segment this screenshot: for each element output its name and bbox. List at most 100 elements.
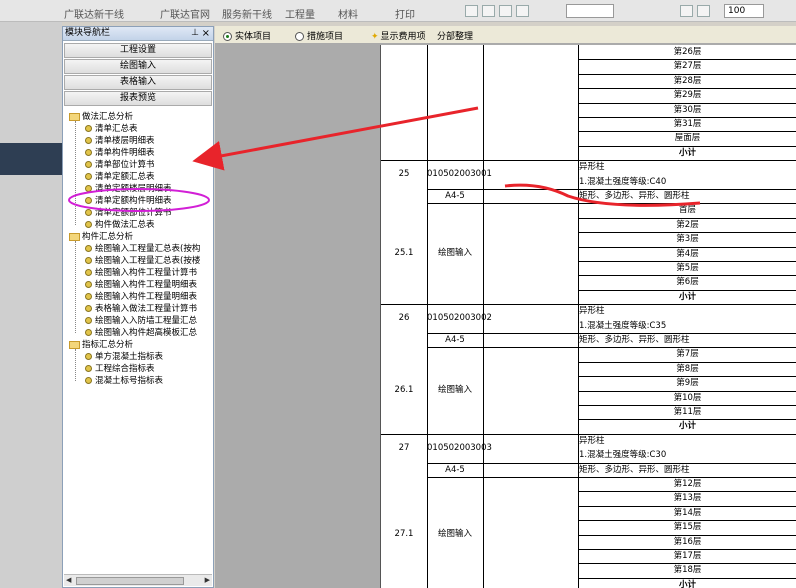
- option-entity-items[interactable]: 实体项目: [223, 29, 271, 42]
- floor-cell: 第28层: [673, 75, 702, 86]
- nav-button-project-settings[interactable]: 工程设置: [64, 43, 212, 58]
- toolbar-first-icon[interactable]: [465, 5, 478, 17]
- tree-item[interactable]: 工程综合指标表: [85, 363, 155, 375]
- tree-item[interactable]: 清单定额部位计算书: [85, 207, 172, 219]
- tree-item-label: 构件做法汇总表: [95, 220, 155, 230]
- tree-item[interactable]: 清单部位计算书: [85, 159, 155, 171]
- item-spec-cell: 1.混凝土强度等级:C40: [579, 176, 667, 187]
- floor-cell: 第5层: [676, 263, 699, 273]
- tree-item[interactable]: 单方混凝土指标表: [85, 351, 163, 363]
- tree-item[interactable]: 绘图输入工程量汇总表(按楼: [85, 255, 200, 267]
- toolbar-prev-icon[interactable]: [482, 5, 495, 17]
- scrollbar-thumb[interactable]: [76, 577, 184, 585]
- norm-code-cell: A4-5: [445, 191, 465, 201]
- tree-item[interactable]: 清单汇总表: [85, 123, 138, 135]
- tree-item[interactable]: 清单构件明细表: [85, 147, 155, 159]
- floor-cell: 第16层: [673, 536, 702, 547]
- nav-button-table-input[interactable]: 表格输入: [64, 75, 212, 90]
- menu-link-material[interactable]: 材料: [338, 6, 358, 21]
- radio-unselected-icon[interactable]: [295, 32, 304, 41]
- folder-icon: [69, 340, 80, 349]
- tree-group[interactable]: 构件汇总分析: [69, 231, 133, 243]
- tree-item[interactable]: 绘图输入构件工程量计算书: [85, 267, 197, 279]
- tree-item-label: 表格输入做法工程量计算书: [95, 304, 198, 314]
- tree-item[interactable]: 绘图输入工程量汇总表(按构: [85, 243, 200, 255]
- tree-item-label: 绘图输入入防墙工程量汇总: [95, 316, 198, 326]
- scroll-right-icon[interactable]: ▶: [205, 576, 210, 584]
- option-measure-items[interactable]: 措施项目: [295, 29, 343, 42]
- tree-item[interactable]: 绘图输入入防墙工程量汇总: [85, 315, 197, 327]
- toolbar-last-icon[interactable]: [516, 5, 529, 17]
- floor-cell: 第31层: [673, 119, 702, 129]
- folder-icon: [69, 112, 80, 121]
- report-tree: 做法汇总分析 清单汇总表 清单楼层明细表 清单构件明细表 清单部位计算书 清单定额汇总表清…: [67, 111, 211, 573]
- tree-group[interactable]: 做法汇总分析: [69, 111, 133, 123]
- norm-desc-cell: 矩形、多边形、异形、圆形柱: [579, 335, 690, 345]
- tree-item[interactable]: 绘图输入构件工程量明细表: [85, 279, 197, 291]
- norm-desc-cell: 矩形、多边形、异形、圆形柱: [579, 464, 690, 475]
- tree-group[interactable]: 指标汇总分析: [69, 339, 133, 351]
- floor-cell: 第3层: [676, 234, 699, 245]
- floor-cell: 第30层: [673, 104, 702, 115]
- nav-button-drawing-input[interactable]: 绘图输入: [64, 59, 212, 74]
- nav-panel-title-text: 模块导航栏: [65, 28, 111, 38]
- source-cell: 绘图输入: [437, 529, 472, 539]
- menu-link-quantity[interactable]: 工程量: [285, 6, 315, 21]
- option-show-fees[interactable]: ✦ 显示费用项: [371, 29, 426, 42]
- zoom-in-icon[interactable]: [680, 5, 693, 17]
- option-section-arrange[interactable]: 分部整理: [437, 29, 473, 42]
- tree-item-label: 绘图输入工程量汇总表(按构: [95, 244, 201, 254]
- report-item-icon: [85, 149, 92, 156]
- tree-item-label: 绘图输入构件工程量明细表: [95, 280, 198, 290]
- zoom-out-icon[interactable]: [697, 5, 710, 17]
- item-seq-cell: 26: [398, 313, 410, 324]
- tree-item[interactable]: 混凝土标号指标表: [85, 375, 163, 387]
- menu-link-print[interactable]: 打印: [395, 6, 415, 21]
- report-item-icon: [85, 281, 92, 288]
- floor-cell: 第15层: [673, 522, 702, 533]
- report-item-icon: [85, 329, 92, 336]
- menu-link-xinganxian[interactable]: 广联达新干线: [64, 6, 124, 21]
- tree-item[interactable]: 清单定额楼层明细表: [85, 183, 172, 195]
- tree-item[interactable]: 表格输入做法工程量计算书: [85, 303, 197, 315]
- tree-item-label: 清单定额楼层明细表: [95, 184, 172, 194]
- subtotal-cell: 小计: [678, 147, 696, 158]
- module-navigation-panel: 模块导航栏 ⊥ × 工程设置 绘图输入 表格输入 报表预览 做法汇总分析 清单汇总…: [62, 26, 214, 588]
- floor-cell: 第7层: [676, 349, 699, 360]
- zoom-input[interactable]: 100: [724, 4, 764, 18]
- tree-connector-line: [75, 349, 76, 381]
- menu-link-service[interactable]: 服务新干线: [222, 6, 272, 21]
- tree-item-label: 混凝土标号指标表: [95, 376, 164, 386]
- tree-item[interactable]: 清单定额汇总表: [85, 171, 155, 183]
- toolbar-next-icon[interactable]: [499, 5, 512, 17]
- tree-horizontal-scrollbar[interactable]: ◀ ▶: [64, 574, 212, 586]
- tree-item-label: 清单定额部位计算书: [95, 208, 172, 218]
- menu-link-official-site[interactable]: 广联达官网: [160, 6, 210, 21]
- tree-item[interactable]: 绘图输入构件工程量明细表: [85, 291, 197, 303]
- tree-item-label: 清单构件明细表: [95, 148, 155, 158]
- tree-item[interactable]: 清单楼层明细表: [85, 135, 155, 147]
- top-menu-bar: 广联达新干线 广联达官网 服务新干线 工程量 材料 打印 100: [0, 0, 796, 22]
- pin-icon[interactable]: ⊥: [191, 27, 199, 40]
- tree-item-label: 工程综合指标表: [95, 364, 155, 374]
- background-window-strip: [0, 22, 62, 588]
- report-item-icon: [85, 305, 92, 312]
- report-item-icon: [85, 209, 92, 216]
- floor-cell: 第10层: [673, 392, 702, 403]
- tree-item[interactable]: 构件做法汇总表: [85, 219, 155, 231]
- radio-selected-icon[interactable]: [223, 32, 232, 41]
- page-number-input[interactable]: [566, 4, 614, 18]
- close-icon[interactable]: ×: [202, 27, 210, 40]
- report-item-icon: [85, 257, 92, 264]
- tree-item-label: 清单部位计算书: [95, 160, 155, 170]
- floor-cell: 第6层: [676, 277, 699, 288]
- nav-button-report-preview[interactable]: 报表预览: [64, 91, 212, 106]
- tree-item[interactable]: 绘图输入构件超高模板汇总: [85, 327, 197, 339]
- scroll-left-icon[interactable]: ◀: [66, 576, 71, 584]
- floor-cell: 第17层: [673, 551, 702, 561]
- sub-index-cell: 25.1: [394, 248, 414, 259]
- floor-cell: 第2层: [676, 219, 699, 230]
- item-code-cell: 010502003003: [427, 442, 492, 453]
- tree-item[interactable]: 清单定额构件明细表: [85, 195, 172, 207]
- report-item-icon: [85, 245, 92, 252]
